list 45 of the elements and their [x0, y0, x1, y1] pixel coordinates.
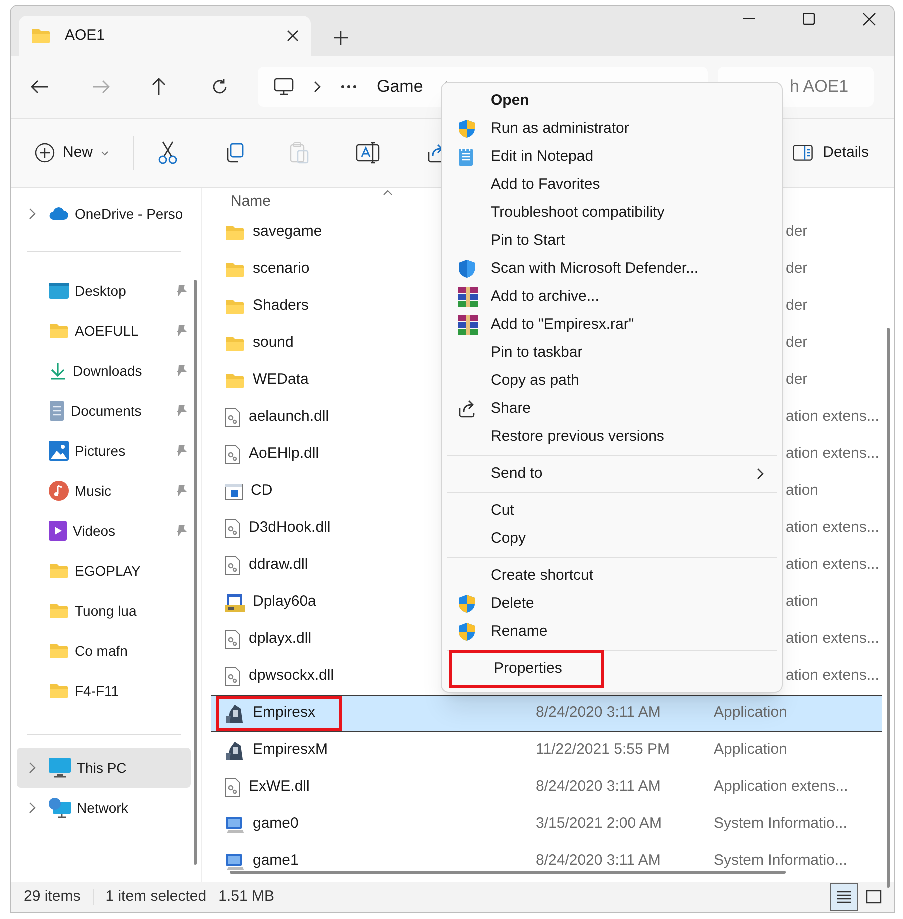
file-date: 8/24/2020 3:11 AM: [536, 851, 662, 872]
file-type: ation: [786, 481, 819, 502]
file-type: ation: [786, 592, 819, 612]
file-type: ation extens...: [786, 629, 880, 650]
file-name: D3dHook.dll: [249, 518, 331, 538]
file-name: savegame: [253, 222, 322, 242]
file-date: 3/15/2021 2:00 AM: [536, 814, 663, 834]
file-name: CD: [251, 481, 273, 502]
file-type: ation extens...: [786, 555, 880, 576]
file-type: Application: [714, 703, 788, 724]
file-type: ation extens...: [786, 518, 880, 538]
file-name: Empiresx: [253, 703, 316, 724]
file-type: ation extens...: [786, 666, 880, 686]
tab-title: AOE1: [65, 26, 106, 46]
file-type: der: [786, 370, 808, 390]
file-type: Application extens...: [714, 777, 848, 798]
item-count: 29 items: [24, 886, 81, 907]
file-name: game1: [253, 851, 299, 872]
file-type: System Informatio...: [714, 851, 848, 872]
file-name: dpwsockx.dll: [249, 666, 334, 686]
file-name: EmpiresxM: [253, 740, 328, 760]
file-type: Application: [714, 740, 788, 760]
file-name: ExWE.dll: [249, 777, 310, 798]
file-type: ation extens...: [786, 444, 880, 464]
file-date: 8/24/2020 3:11 AM: [536, 703, 662, 724]
file-name: aelaunch.dll: [249, 407, 330, 428]
file-name: sound: [253, 333, 294, 354]
selection-info: 1 item selected: [106, 886, 207, 907]
file-name: WEData: [253, 370, 309, 390]
file-type: ation extens...: [786, 407, 880, 428]
file-name: scenario: [253, 259, 310, 280]
file-name: AoEHlp.dll: [249, 444, 320, 464]
selection-size: 1.51 MB: [218, 886, 274, 907]
file-name: ddraw.dll: [249, 555, 308, 576]
file-type: System Informatio...: [714, 814, 848, 834]
file-type: der: [786, 259, 808, 280]
file-type: der: [786, 222, 808, 242]
file-name: Dplay60a: [253, 592, 316, 612]
file-type: der: [786, 333, 808, 354]
file-name: dplayx.dll: [249, 629, 312, 650]
file-type: der: [786, 296, 808, 316]
file-name: Shaders: [253, 296, 309, 316]
file-date: 8/24/2020 3:11 AM: [536, 777, 662, 798]
file-date: 11/22/2021 5:55 PM: [536, 740, 671, 760]
file-name: game0: [253, 814, 299, 834]
